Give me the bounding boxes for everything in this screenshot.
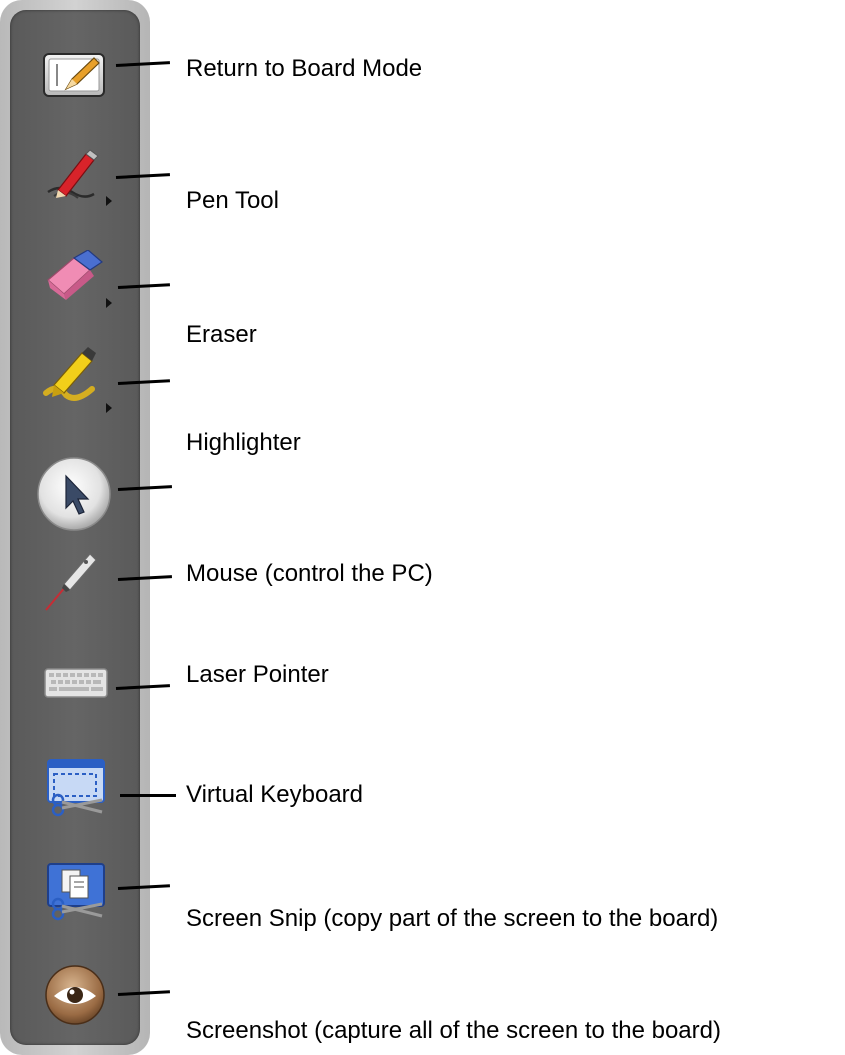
callout-laser-pointer: Laser Pointer (186, 661, 329, 688)
eye-icon (45, 965, 105, 1025)
eraser-button[interactable] (44, 250, 112, 308)
callout-highlighter: Highlighter (186, 429, 301, 456)
highlighter-button[interactable] (42, 345, 112, 413)
highlighter-submenu-arrow[interactable] (106, 403, 112, 413)
leader-line (120, 794, 176, 797)
pen-submenu-arrow[interactable] (106, 196, 112, 206)
callout-return-to-board: Return to Board Mode (186, 55, 423, 82)
screen-snip-button[interactable] (46, 758, 106, 820)
callout-mouse: Mouse (control the PC) (186, 560, 433, 587)
pen-tool-button[interactable] (46, 148, 112, 206)
eraser-submenu-arrow[interactable] (106, 298, 112, 308)
callout-screenshot: Screenshot (capture all of the screen to… (186, 1017, 721, 1044)
mouse-button[interactable] (36, 456, 112, 532)
eraser-icon (47, 250, 103, 300)
eye-button[interactable] (44, 964, 106, 1026)
screenshot-button[interactable] (46, 862, 106, 924)
screen-snip-icon (47, 759, 105, 817)
keyboard-icon (44, 668, 108, 698)
callout-virtual-keyboard: Virtual Keyboard (186, 781, 363, 808)
screenshot-icon (47, 863, 105, 921)
virtual-keyboard-button[interactable] (44, 668, 108, 698)
return-to-board-button[interactable] (42, 52, 106, 98)
highlighter-icon (43, 347, 96, 401)
laser-pointer-button[interactable] (42, 548, 102, 612)
callout-eraser: Eraser (186, 321, 257, 348)
callout-pen-tool: Pen Tool (186, 187, 279, 214)
mouse-pointer-icon (37, 457, 111, 531)
pen-icon (47, 149, 99, 199)
board-mode-icon (43, 53, 105, 97)
laser-pointer-icon (45, 553, 97, 611)
callout-screen-snip: Screen Snip (copy part of the screen to … (186, 905, 719, 932)
